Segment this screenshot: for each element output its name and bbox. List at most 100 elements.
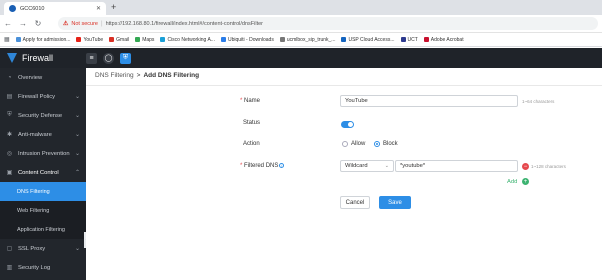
- save-button[interactable]: Save: [379, 196, 411, 209]
- block-radio[interactable]: [374, 141, 380, 147]
- bookmark-item[interactable]: Adobe Acrobat: [423, 36, 464, 43]
- policy-icon: ▤: [6, 94, 13, 100]
- bookmark-label: Cisco Networking A...: [167, 36, 215, 43]
- sidebar-item-label: Anti-malware: [18, 131, 52, 138]
- bookmark-item[interactable]: UCT: [400, 36, 418, 43]
- url-text[interactable]: https://192.168.80.1/firewall/index.html…: [106, 21, 263, 27]
- bookmark-label: Gmail: [116, 36, 130, 43]
- sidebar-subitem-web-filtering[interactable]: Web Filtering: [0, 201, 86, 220]
- firewall-logo-icon: [7, 53, 17, 63]
- bookmark-favicon-icon: [109, 37, 115, 42]
- warning-icon[interactable]: ⚠: [63, 20, 68, 27]
- new-tab-icon[interactable]: +: [111, 2, 116, 12]
- bookmark-item[interactable]: Apply for admission...: [15, 36, 71, 43]
- action-block-option[interactable]: Block: [374, 141, 398, 147]
- breadcrumb-parent[interactable]: DNS Filtering: [95, 72, 134, 79]
- bookmark-favicon-icon: [76, 37, 82, 42]
- dashboard-icon: ◔: [7, 74, 12, 81]
- bookmark-item[interactable]: Ubiquiti - Downloads: [220, 36, 274, 43]
- allow-label: Allow: [351, 141, 366, 147]
- name-label: * Name: [240, 98, 261, 104]
- tab-close-icon[interactable]: ✕: [96, 5, 101, 12]
- sidebar-item-label: SSL Proxy: [18, 245, 46, 252]
- block-label: Block: [383, 141, 398, 147]
- not-secure-label[interactable]: Not secure: [71, 21, 98, 27]
- header-divider: [86, 85, 602, 86]
- lock-icon: ▢: [6, 246, 13, 252]
- sidebar-item-label: Security Defense: [18, 112, 63, 119]
- filtered-dns-label: * Filtered DNS i: [240, 163, 285, 169]
- browser-tab[interactable]: GCC6010 ✕: [4, 2, 106, 15]
- match-type-select[interactable]: Wildcard ⌄: [340, 160, 394, 172]
- sidebar-item-ssl-proxy[interactable]: ▢ SSL Proxy ⌄: [0, 239, 86, 258]
- breadcrumb-current: Add DNS Filtering: [143, 72, 200, 79]
- sidebar-item-label: Overview: [18, 74, 43, 81]
- bookmark-item[interactable]: USP Cloud Access...: [341, 36, 395, 43]
- sidebar-item-label: Intrusion Prevention: [18, 150, 70, 157]
- bookmark-favicon-icon: [160, 37, 166, 42]
- tab-title: GCC6010: [20, 5, 45, 12]
- log-icon: ▥: [6, 265, 13, 271]
- sidebar-item-security-defense[interactable]: ⛨ Security Defense ⌄: [0, 106, 86, 125]
- bookmark-item[interactable]: ucmlbox_sip_trunk_...: [279, 36, 336, 43]
- bookmark-label: Maps: [142, 36, 155, 43]
- reload-icon[interactable]: ↻: [34, 19, 42, 28]
- info-icon[interactable]: i: [279, 163, 285, 168]
- bookmark-item[interactable]: Maps: [135, 37, 154, 43]
- name-input[interactable]: YouTube: [340, 95, 518, 107]
- bookmark-favicon-icon: [341, 37, 347, 42]
- bookmark-item[interactable]: Cisco Networking A...: [160, 37, 215, 43]
- status-toggle[interactable]: [341, 121, 354, 128]
- product-name: Firewall: [22, 53, 54, 63]
- layers-icon[interactable]: ≡: [86, 52, 97, 64]
- cancel-button[interactable]: Cancel: [340, 196, 370, 209]
- address-bar[interactable]: ⚠ Not secure | https://192.168.80.1/fire…: [58, 17, 598, 30]
- add-label[interactable]: Add: [507, 179, 517, 185]
- globe-icon[interactable]: ◯: [103, 52, 114, 64]
- action-allow-option[interactable]: Allow: [342, 141, 365, 147]
- back-icon[interactable]: ←: [4, 19, 12, 28]
- firewall-shield-icon[interactable]: ⛨: [120, 52, 131, 64]
- bookmark-label: Apply for admission...: [22, 36, 71, 43]
- sidebar-subitem-application-filtering[interactable]: Application Filtering: [0, 220, 86, 239]
- forward-icon[interactable]: →: [19, 19, 27, 28]
- bookmark-label: Adobe Acrobat: [430, 36, 464, 43]
- action-label: Action: [243, 141, 260, 147]
- tab-favicon-icon: [9, 5, 16, 12]
- name-hint: 1~64 characters: [522, 99, 555, 104]
- domain-hint: 1~128 characters: [531, 164, 566, 169]
- sidebar-item-overview[interactable]: ◔ Overview: [0, 68, 86, 87]
- sidebar-item-label: Firewall Policy: [18, 93, 56, 100]
- bookmark-label: ucmlbox_sip_trunk_...: [286, 36, 336, 43]
- domain-input[interactable]: *youtube*: [395, 160, 518, 172]
- sidebar-item-content-control[interactable]: ▣ Content Control ⌃: [0, 163, 86, 182]
- bookmark-label: Ubiquiti - Downloads: [227, 36, 274, 43]
- app-header: Firewall ≡ ◯ ⛨: [0, 48, 602, 68]
- chevron-down-icon: ⌄: [74, 151, 80, 157]
- bookmark-item[interactable]: YouTube: [76, 37, 103, 43]
- allow-radio[interactable]: [342, 141, 348, 147]
- sidebar-item-intrusion-prevention[interactable]: ◎ Intrusion Prevention ⌄: [0, 144, 86, 163]
- sidebar: ◔ Overview ▤ Firewall Policy ⌄ ⛨ Securit…: [0, 68, 86, 280]
- breadcrumb: DNS Filtering > Add DNS Filtering: [95, 72, 199, 79]
- sidebar-subitem-dns-filtering[interactable]: DNS Filtering: [0, 182, 86, 201]
- chevron-down-icon: ⌄: [384, 163, 389, 169]
- sidebar-item-security-log[interactable]: ▥ Security Log: [0, 258, 86, 277]
- bookmark-label: UCT: [407, 36, 418, 43]
- app-logo: Firewall: [0, 53, 86, 63]
- remove-icon[interactable]: −: [522, 163, 529, 170]
- browser-tab-bar: GCC6010 ✕ +: [0, 0, 602, 15]
- browser-toolbar: ← → ↻ ⚠ Not secure | https://192.168.80.…: [0, 15, 602, 33]
- status-label: Status: [243, 120, 261, 126]
- sidebar-item-firewall-policy[interactable]: ▤ Firewall Policy ⌄: [0, 87, 86, 106]
- bookmark-favicon-icon: [279, 37, 285, 42]
- chevron-up-icon: ⌃: [74, 170, 80, 176]
- filter-icon: ▣: [6, 170, 13, 176]
- sidebar-item-label: Content Control: [18, 169, 59, 176]
- apps-grid-icon[interactable]: ▦: [4, 36, 10, 43]
- bookmark-label: USP Cloud Access...: [348, 36, 395, 43]
- bookmark-item[interactable]: Gmail: [109, 37, 129, 43]
- sidebar-item-anti-malware[interactable]: ✱ Anti-malware ⌄: [0, 125, 86, 144]
- bookmark-favicon-icon: [400, 37, 406, 42]
- add-icon[interactable]: +: [522, 178, 529, 185]
